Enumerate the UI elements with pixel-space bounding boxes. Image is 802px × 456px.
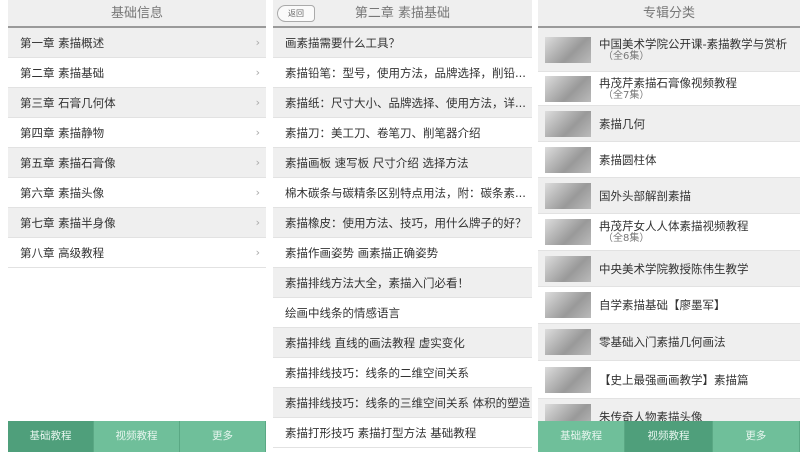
article-item[interactable]: 素描作画姿势 画素描正确姿势: [273, 238, 532, 268]
album-item[interactable]: 中央美术学院教授陈伟生教学: [538, 251, 800, 287]
tab-video[interactable]: 视频教程: [625, 421, 713, 452]
album-thumbnail: [545, 75, 591, 102]
album-list: 中国美术学院公开课-素描教学与赏析 （全6集） 冉茂芹素描石膏像视频教程 （全7集） 素…: [538, 28, 800, 435]
tab-more[interactable]: 更多: [713, 421, 800, 452]
album-item[interactable]: 冉茂芹素描石膏像视频教程 （全7集）: [538, 72, 800, 106]
tab-bar: 基础教程 视频教程 更多: [8, 421, 266, 452]
album-text: 中央美术学院教授陈伟生教学: [599, 262, 749, 276]
article-item[interactable]: 绘画中线条的情感语言: [273, 298, 532, 328]
album-item[interactable]: 素描圆柱体: [538, 142, 800, 178]
album-text: 中国美术学院公开课-素描教学与赏析 （全6集）: [599, 37, 787, 63]
album-text: 自学素描基础【廖墨军】: [599, 298, 726, 312]
basic-info-screen: 基础信息 第一章 素描概述 › 第二章 素描基础 › 第三章 石膏几何体 › 第四章 素描静…: [8, 0, 266, 456]
album-title: 【史上最强画画教学】素描篇: [599, 372, 749, 387]
album-item[interactable]: 【史上最强画画教学】素描篇: [538, 361, 800, 399]
album-thumbnail: [545, 219, 591, 245]
chapter-list: 第一章 素描概述 › 第二章 素描基础 › 第三章 石膏几何体 › 第四章 素描静物 › 第五章…: [8, 28, 266, 268]
album-title: 中央美术学院教授陈伟生教学: [599, 261, 749, 276]
album-thumbnail: [545, 366, 591, 393]
tab-video[interactable]: 视频教程: [94, 421, 180, 452]
chapter-label: 第三章 石膏几何体: [20, 96, 116, 110]
album-thumbnail: [545, 146, 591, 173]
chevron-right-icon: ›: [255, 36, 260, 49]
chapter-detail-screen: 返回 第二章 素描基础 画素描需要什么工具？ 素描铅笔：型号，使用方法，品牌选择，…: [273, 0, 532, 456]
page-title: 专辑分类: [538, 0, 800, 28]
album-title: 自学素描基础【廖墨军】: [599, 298, 726, 312]
album-title: 素描圆柱体: [599, 152, 657, 167]
chapter-label: 第七章 素描半身像: [20, 216, 116, 230]
chapter-item[interactable]: 第三章 石膏几何体 ›: [8, 88, 266, 118]
album-screen: 专辑分类 中国美术学院公开课-素描教学与赏析 （全6集） 冉茂芹素描石膏像视频教程（…: [538, 0, 800, 456]
tab-basic[interactable]: 基础教程: [538, 421, 626, 452]
chevron-right-icon: ›: [255, 186, 260, 199]
article-item[interactable]: 素描铅笔：型号，使用方法，品牌选择，削铅...: [273, 58, 532, 88]
album-thumbnail: [545, 182, 591, 209]
album-item[interactable]: 自学素描基础【廖墨军】: [538, 287, 800, 324]
chapter-item[interactable]: 第七章 素描半身像 ›: [8, 208, 266, 238]
album-text: 冉茂芹女人人体素描视频教程 （全8集）: [599, 219, 749, 245]
page-title: 基础信息: [8, 0, 266, 28]
chapter-label: 第四章 素描静物: [20, 126, 105, 140]
album-title: 素描几何: [599, 116, 645, 131]
album-text: 冉茂芹素描石膏像视频教程 （全7集）: [599, 76, 737, 102]
chevron-right-icon: ›: [255, 126, 260, 139]
chapter-item[interactable]: 第六章 素描头像 ›: [8, 178, 266, 208]
chevron-right-icon: ›: [255, 66, 260, 79]
chapter-label: 第八章 高级教程: [20, 246, 105, 260]
album-thumbnail: [545, 292, 591, 318]
chapter-label: 第五章 素描石膏像: [20, 156, 116, 170]
article-item[interactable]: 棉木碳条与碳精条区别特点用法，附：碳条素...: [273, 178, 532, 208]
chapter-item[interactable]: 第五章 素描石膏像 ›: [8, 148, 266, 178]
album-text: 国外头部解剖素描: [599, 189, 691, 203]
article-item[interactable]: 素描打形技巧 素描打型方法 基础教程: [273, 418, 532, 448]
article-item[interactable]: 素描排线技巧：线条的二维空间关系: [273, 358, 532, 388]
chapter-item[interactable]: 第八章 高级教程 ›: [8, 238, 266, 268]
article-item[interactable]: 素描排线技巧：线条的三维空间关系 体积的塑造: [273, 388, 532, 418]
tab-bar: 基础教程 视频教程 更多: [538, 421, 800, 452]
back-button[interactable]: 返回: [277, 5, 315, 22]
article-item[interactable]: 素描排线 直线的画法教程 虚实变化: [273, 328, 532, 358]
chapter-label: 第一章 素描概述: [20, 36, 105, 50]
album-item[interactable]: 中国美术学院公开课-素描教学与赏析 （全6集）: [538, 28, 800, 72]
album-text: 【史上最强画画教学】素描篇: [599, 373, 749, 387]
article-item[interactable]: 素描画板 速写板 尺寸介绍 选择方法: [273, 148, 532, 178]
album-thumbnail: [545, 110, 591, 137]
album-title: 冉茂芹女人人体素描视频教程: [599, 219, 749, 233]
article-item[interactable]: 画素描需要什么工具？: [273, 28, 532, 58]
album-item[interactable]: 冉茂芹女人人体素描视频教程 （全8集）: [538, 214, 800, 251]
article-item[interactable]: 素描橡皮：使用方法、技巧，用什么牌子的好？: [273, 208, 532, 238]
chevron-right-icon: ›: [255, 216, 260, 229]
chapter-item[interactable]: 第一章 素描概述 ›: [8, 28, 266, 58]
album-text: 素描几何: [599, 117, 645, 131]
tab-basic[interactable]: 基础教程: [8, 421, 94, 452]
album-item[interactable]: 国外头部解剖素描: [538, 178, 800, 214]
album-title: 国外头部解剖素描: [599, 188, 691, 203]
article-item[interactable]: 素描刀：美工刀、卷笔刀、削笔器介绍: [273, 118, 532, 148]
album-episode-count: （全8集）: [603, 233, 650, 244]
page-title: 第二章 素描基础: [354, 6, 451, 21]
album-item[interactable]: 零基础入门素描几何画法: [538, 324, 800, 361]
chevron-right-icon: ›: [255, 246, 260, 259]
article-item[interactable]: 素描排线方法大全，素描入门必看！: [273, 268, 532, 298]
chapter-label: 第六章 素描头像: [20, 186, 105, 200]
article-item[interactable]: 素描纸：尺寸大小、品牌选择、使用方法，详...: [273, 88, 532, 118]
chevron-right-icon: ›: [255, 96, 260, 109]
album-title: 冉茂芹素描石膏像视频教程: [599, 75, 737, 90]
album-episode-count: （全7集）: [603, 89, 650, 101]
tab-more[interactable]: 更多: [180, 421, 266, 452]
album-episode-count: （全6集）: [603, 50, 650, 62]
album-thumbnail: [545, 255, 591, 282]
album-thumbnail: [545, 36, 591, 63]
chapter-label: 第二章 素描基础: [20, 66, 105, 80]
chapter-item[interactable]: 第二章 素描基础 ›: [8, 58, 266, 88]
article-list: 画素描需要什么工具？ 素描铅笔：型号，使用方法，品牌选择，削铅... 素描纸：尺寸大…: [273, 28, 532, 448]
album-item[interactable]: 素描几何: [538, 106, 800, 142]
album-title: 中国美术学院公开课-素描教学与赏析: [599, 36, 788, 51]
album-text: 零基础入门素描几何画法: [599, 335, 726, 349]
chevron-right-icon: ›: [255, 156, 260, 169]
album-text: 素描圆柱体: [599, 153, 657, 167]
album-title: 零基础入门素描几何画法: [599, 335, 726, 349]
chapter-item[interactable]: 第四章 素描静物 ›: [8, 118, 266, 148]
album-thumbnail: [545, 329, 591, 355]
